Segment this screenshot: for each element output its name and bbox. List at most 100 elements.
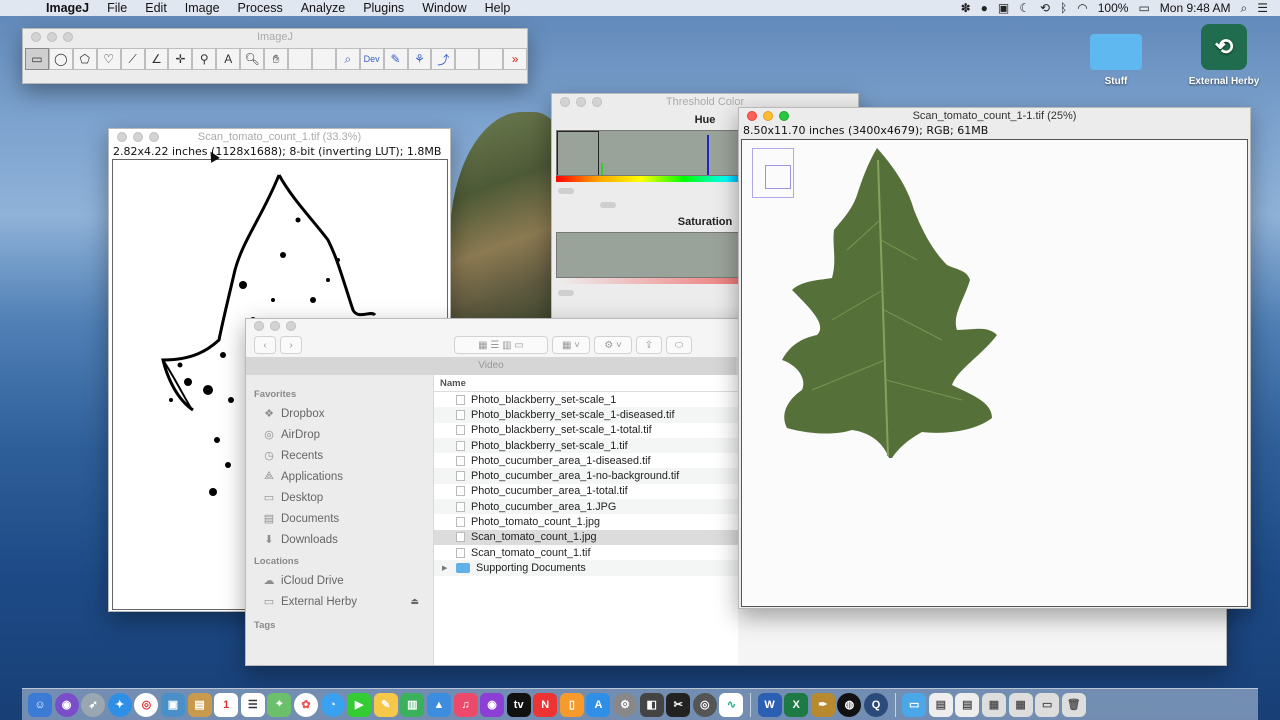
rectangle-tool[interactable]: ▭ bbox=[25, 48, 49, 70]
polygon-tool[interactable]: ⬠ bbox=[72, 48, 97, 70]
sidebar-item-downloads[interactable]: ⬇ Downloads bbox=[246, 529, 433, 550]
minimize-button[interactable] bbox=[47, 32, 57, 42]
wand-tool[interactable]: ⚲ bbox=[192, 48, 217, 70]
photos-dock-icon[interactable]: ✿ bbox=[293, 692, 318, 717]
screenshot-stack-dock-icon[interactable]: ▭ bbox=[1035, 692, 1060, 717]
utility-dock-icon[interactable]: ◧ bbox=[639, 692, 664, 717]
activity-monitor-dock-icon[interactable]: ∿ bbox=[719, 692, 744, 717]
dropper-tool[interactable] bbox=[287, 48, 312, 70]
tag-button[interactable]: ⬭ bbox=[666, 336, 692, 354]
back-button[interactable]: ‹ bbox=[254, 336, 276, 354]
menu-edit[interactable]: Edit bbox=[136, 1, 176, 15]
more-tools-icon[interactable]: » bbox=[503, 48, 528, 70]
extension-icon[interactable]: ✽ bbox=[961, 1, 971, 15]
file-row[interactable]: ▶ Supporting Documents bbox=[434, 560, 738, 576]
excel-dock-icon[interactable]: X bbox=[784, 692, 809, 717]
imagej-titlebar[interactable]: ImageJ bbox=[23, 29, 527, 45]
pick-tool[interactable]: ⤴ bbox=[431, 48, 456, 70]
numbers-dock-icon[interactable]: ▥ bbox=[400, 692, 425, 717]
disclosure-triangle-icon[interactable]: ▶ bbox=[442, 564, 450, 572]
minimize-button[interactable] bbox=[133, 132, 143, 142]
close-button[interactable] bbox=[31, 32, 41, 42]
trash-icon[interactable]: 🗑︎ bbox=[1061, 692, 1086, 717]
document-stack-dock-icon[interactable]: ▤ bbox=[955, 692, 980, 717]
zoom-button[interactable] bbox=[592, 97, 602, 107]
books-dock-icon[interactable]: ▯ bbox=[559, 692, 584, 717]
file-row[interactable]: Photo_blackberry_set-scale_1-diseased.ti… bbox=[434, 407, 738, 423]
sidebar-item-dropbox[interactable]: ❖ Dropbox bbox=[246, 403, 433, 424]
zoom-button[interactable] bbox=[286, 321, 296, 331]
menu-imagej[interactable]: ImageJ bbox=[38, 1, 98, 15]
messages-dock-icon[interactable]: ◔ bbox=[320, 692, 345, 717]
tab-video[interactable]: Video bbox=[246, 357, 736, 375]
column-header-name[interactable]: Name bbox=[434, 375, 738, 392]
obs-dock-icon[interactable]: ◍ bbox=[837, 692, 862, 717]
minimize-button[interactable] bbox=[576, 97, 586, 107]
file-row[interactable]: Photo_blackberry_set-scale_1.tif bbox=[434, 437, 738, 454]
binary-image-titlebar[interactable]: Scan_tomato_count_1.tif (33.3%) bbox=[109, 129, 450, 145]
eject-icon[interactable]: ⏏ bbox=[410, 596, 419, 607]
preview-dock-icon[interactable]: ▣ bbox=[160, 692, 185, 717]
close-button[interactable] bbox=[560, 97, 570, 107]
angle-tool[interactable]: ∠ bbox=[144, 48, 169, 70]
notes-dock-icon[interactable]: ✎ bbox=[373, 692, 398, 717]
file-row[interactable]: Photo_cucumber_area_1-total.tif bbox=[434, 484, 738, 499]
moon-icon[interactable]: ☾ bbox=[1019, 1, 1030, 15]
sidebar-item-icloud-drive[interactable]: ☁ iCloud Drive bbox=[246, 570, 433, 591]
color-image-canvas[interactable] bbox=[741, 139, 1248, 607]
keynote-dock-icon[interactable]: ▲ bbox=[426, 692, 451, 717]
time-machine-icon[interactable]: ⟲ bbox=[1040, 1, 1050, 15]
forward-button[interactable]: › bbox=[280, 336, 302, 354]
calendar-dock-icon[interactable]: 1 bbox=[214, 692, 239, 717]
magnifier-tool[interactable]: 🔍︎ bbox=[240, 48, 265, 70]
sidebar-item-recents[interactable]: ◷ Recents bbox=[246, 445, 433, 466]
close-button[interactable] bbox=[254, 321, 264, 331]
menu-analyze[interactable]: Analyze bbox=[292, 1, 354, 15]
wifi-icon[interactable]: ◠ bbox=[1077, 1, 1087, 15]
document-stack-dock-icon[interactable]: ▤ bbox=[928, 692, 953, 717]
menu-help[interactable]: Help bbox=[476, 1, 520, 15]
music-dock-icon[interactable]: ♫ bbox=[453, 692, 478, 717]
facetime-dock-icon[interactable]: ▶ bbox=[347, 692, 372, 717]
menu-plugins[interactable]: Plugins bbox=[354, 1, 413, 15]
battery-icon[interactable]: ▭ bbox=[1138, 1, 1149, 15]
line-tool[interactable]: ⟋ bbox=[120, 48, 145, 70]
oval-tool[interactable]: ◯ bbox=[48, 48, 73, 70]
file-row[interactable]: Scan_tomato_count_1.tif bbox=[434, 545, 738, 560]
menu-image[interactable]: Image bbox=[176, 1, 229, 15]
text-tool[interactable]: A bbox=[216, 48, 241, 70]
bluetooth-icon[interactable]: ᛒ bbox=[1060, 1, 1067, 15]
color-image-titlebar[interactable]: Scan_tomato_count_1-1.tif (25%) bbox=[739, 108, 1250, 124]
podcasts-dock-icon[interactable]: ◉ bbox=[480, 692, 505, 717]
menu-window[interactable]: Window bbox=[413, 1, 475, 15]
siri-dock-icon[interactable]: ◉ bbox=[54, 692, 79, 717]
search-tool[interactable]: ⌕ bbox=[335, 48, 360, 70]
zoom-button[interactable] bbox=[149, 132, 159, 142]
flood-fill-tool[interactable]: ⚘ bbox=[407, 48, 432, 70]
screenshot-stack-dock-icon[interactable]: ▦ bbox=[1008, 692, 1033, 717]
point-tool[interactable]: ✛ bbox=[168, 48, 193, 70]
chrome-dock-icon[interactable]: ◎ bbox=[134, 692, 159, 717]
desktop-folder-stuff[interactable]: Stuff bbox=[1088, 34, 1144, 87]
app5-icon[interactable]: ▣ bbox=[998, 1, 1009, 15]
brush-tool[interactable]: ✎ bbox=[383, 48, 408, 70]
contacts-dock-icon[interactable]: ▤ bbox=[187, 692, 212, 717]
sidebar-item-applications[interactable]: ⟁ Applications bbox=[246, 466, 433, 487]
close-button[interactable] bbox=[117, 132, 127, 142]
app-status-icon[interactable]: ● bbox=[981, 1, 988, 15]
zoom-button[interactable] bbox=[779, 111, 789, 121]
close-button[interactable] bbox=[747, 111, 757, 121]
file-row[interactable]: Photo_cucumber_area_1-no-background.tif bbox=[434, 468, 738, 484]
sidebar-item-external-herby[interactable]: ▭ External Herby ⏏ bbox=[246, 591, 433, 612]
news-dock-icon[interactable]: N bbox=[533, 692, 558, 717]
menu-file[interactable]: File bbox=[98, 1, 136, 15]
file-row[interactable]: Scan_tomato_count_1.jpg bbox=[434, 529, 738, 545]
file-row[interactable]: Photo_cucumber_area_1-diseased.tif bbox=[434, 453, 738, 468]
tv-dock-icon[interactable]: tv bbox=[506, 692, 531, 717]
search-icon[interactable]: ⌕ bbox=[1241, 1, 1248, 16]
desktop-drive-external-herby[interactable]: ⟲ External Herby bbox=[1180, 24, 1268, 87]
file-row[interactable]: Photo_cucumber_area_1.JPG bbox=[434, 499, 738, 515]
minimize-button[interactable] bbox=[270, 321, 280, 331]
word-dock-icon[interactable]: W bbox=[757, 692, 782, 717]
control-center-icon[interactable]: ☰ bbox=[1257, 1, 1268, 15]
